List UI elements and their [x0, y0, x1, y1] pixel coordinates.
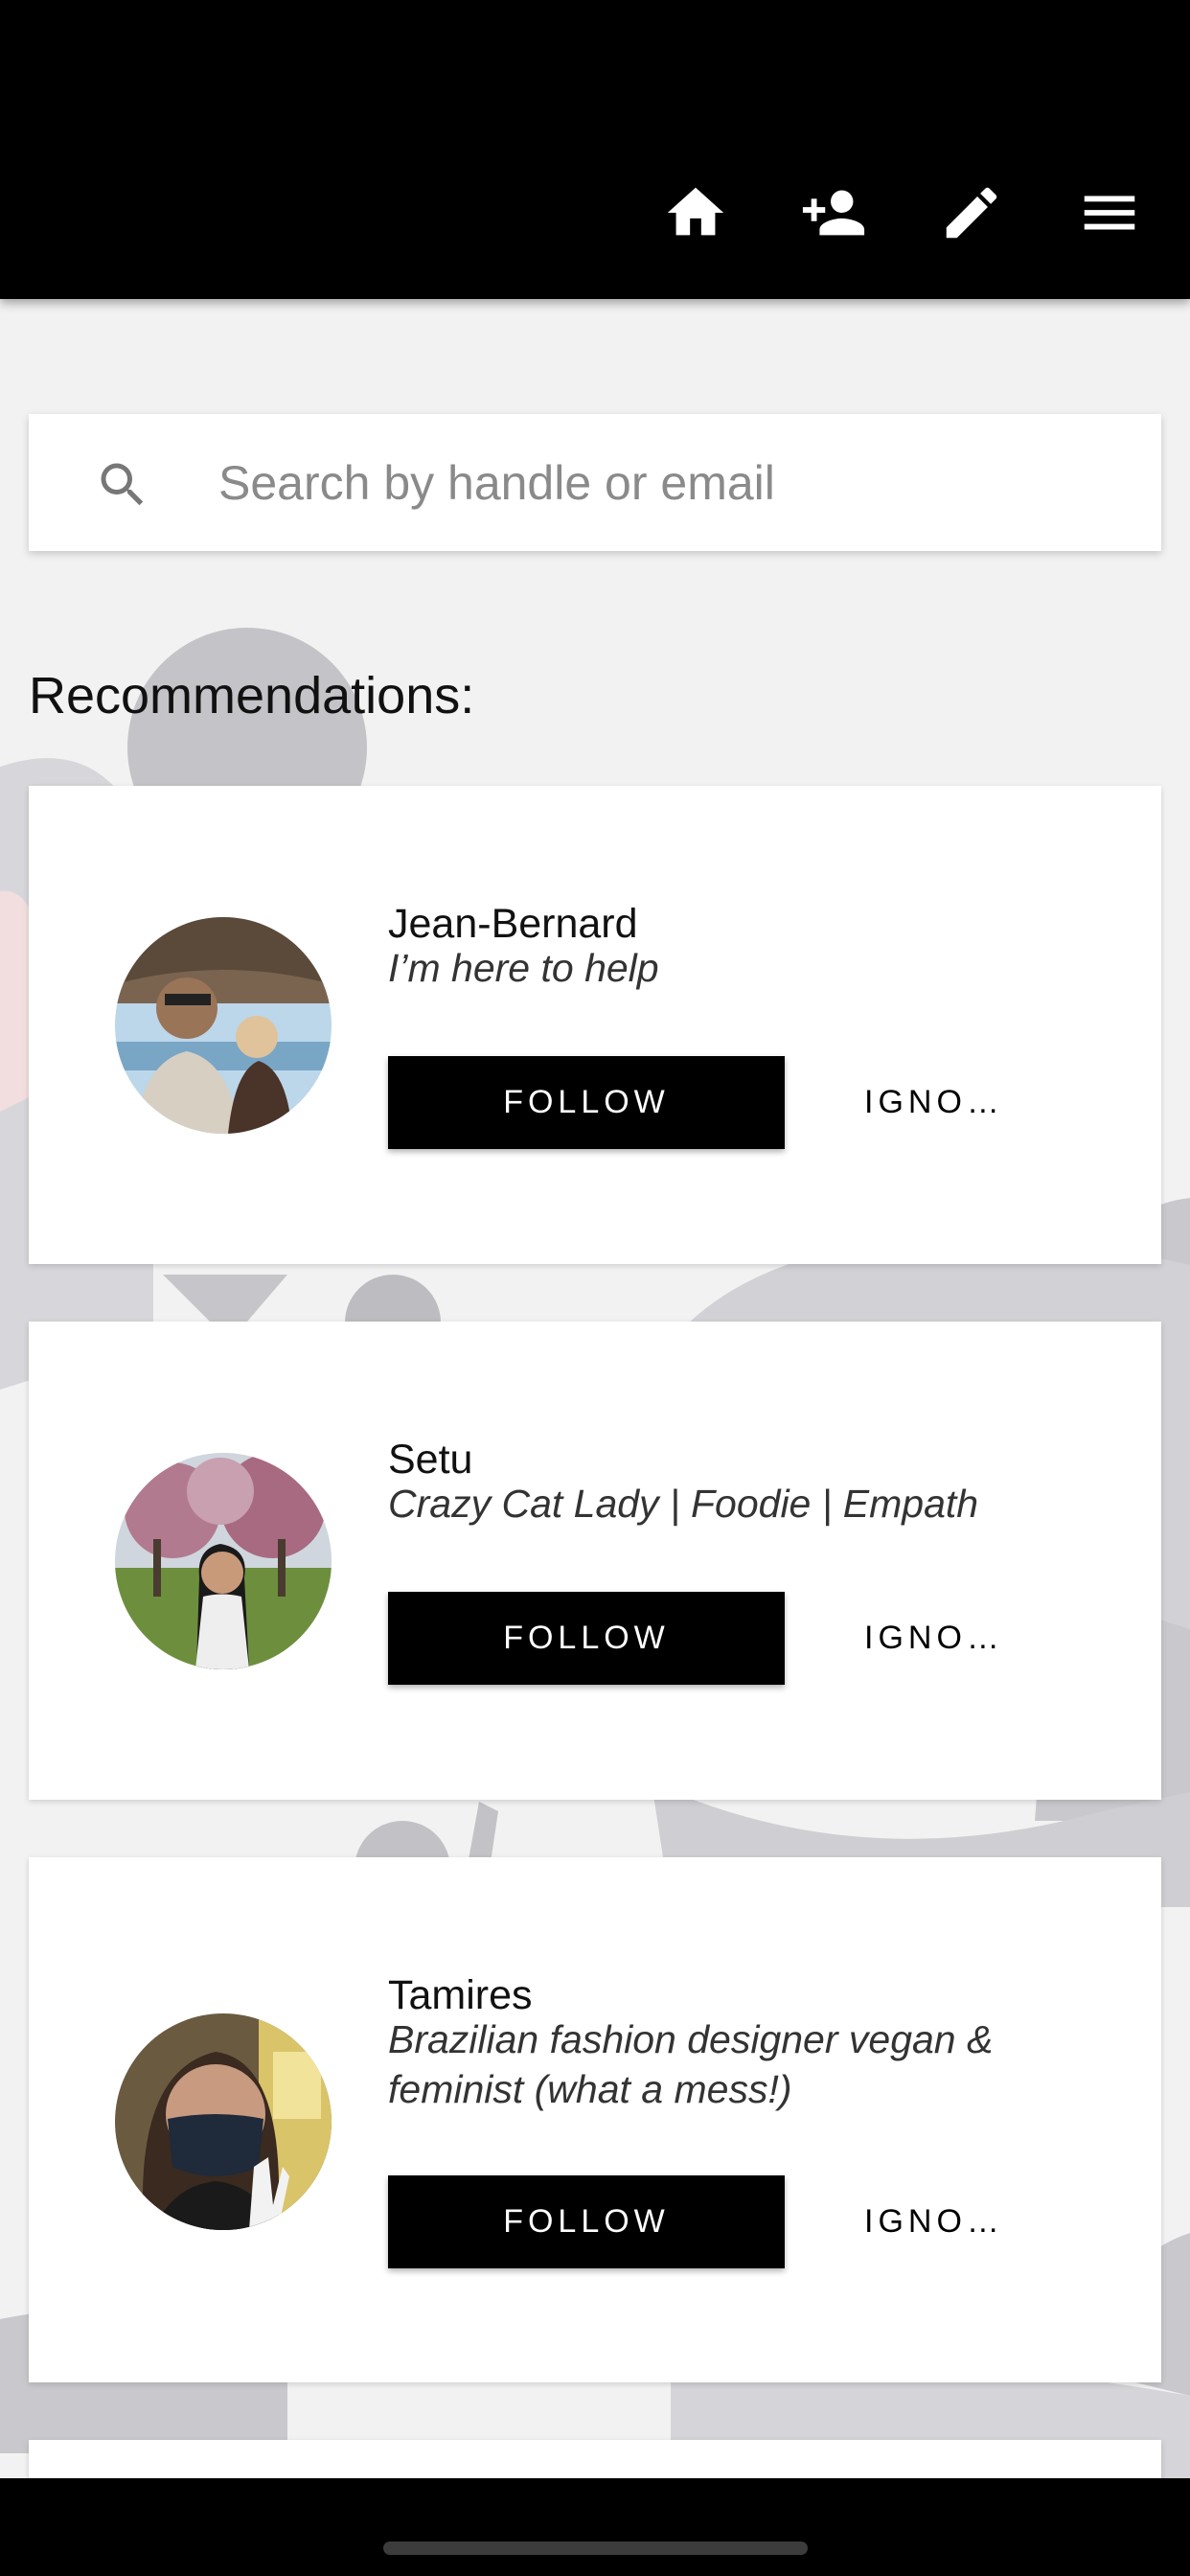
search-box: [29, 414, 1161, 551]
user-bio: Brazilian fashion designer vegan & femin…: [388, 2017, 994, 2111]
person-add-icon[interactable]: [793, 172, 874, 253]
user-name: Jean-Bernard: [388, 901, 638, 947]
ignore-button[interactable]: IGNO…: [834, 1592, 1083, 1685]
home-icon[interactable]: [655, 172, 736, 253]
ignore-button[interactable]: IGNO…: [834, 1056, 1083, 1149]
app-screen: Recommendations: Jean-Bernard I’m here t…: [0, 0, 1190, 2576]
ignore-button[interactable]: IGNO…: [834, 2175, 1083, 2268]
top-nav-bar: [0, 0, 1190, 299]
user-name: Tamires: [388, 1972, 533, 2018]
recommendation-card: Tamires Brazilian fashion designer vegan…: [29, 1857, 1161, 2382]
bottom-bar: [0, 2478, 1190, 2576]
avatar[interactable]: [115, 1453, 332, 1669]
user-name: Setu: [388, 1437, 473, 1483]
search-input[interactable]: [190, 443, 1129, 523]
follow-button[interactable]: FOLLOW: [388, 1056, 785, 1149]
menu-icon[interactable]: [1069, 172, 1150, 253]
user-bio: Crazy Cat Lady | Foodie | Empath: [388, 1482, 979, 1526]
avatar[interactable]: [115, 917, 332, 1134]
user-bio: I’m here to help: [388, 946, 659, 990]
recommendation-card: Jean-Bernard I’m here to help FOLLOW IGN…: [29, 786, 1161, 1264]
avatar[interactable]: [115, 2013, 332, 2230]
follow-button[interactable]: FOLLOW: [388, 1592, 785, 1685]
recommendations-heading: Recommendations:: [29, 667, 475, 724]
home-indicator[interactable]: [383, 2542, 808, 2555]
search-icon: [94, 456, 151, 514]
recommendation-card: Setu Crazy Cat Lady | Foodie | Empath FO…: [29, 1322, 1161, 1800]
pencil-icon[interactable]: [931, 172, 1012, 253]
follow-button[interactable]: FOLLOW: [388, 2175, 785, 2268]
